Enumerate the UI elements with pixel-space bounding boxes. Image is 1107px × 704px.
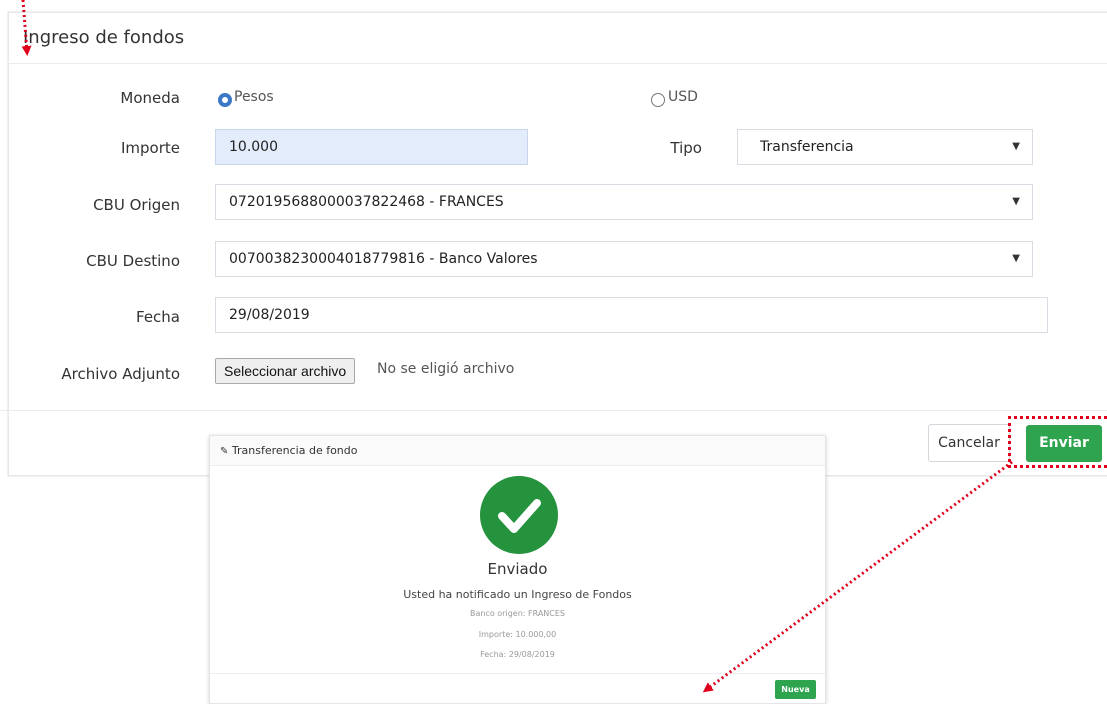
- caret-down-icon: ▼: [1012, 253, 1020, 264]
- detail-importe: Importe: 10.000,00: [478, 630, 557, 639]
- caret-down-icon: ▼: [1012, 141, 1020, 152]
- radio-usd[interactable]: [651, 93, 665, 107]
- fecha-label: Fecha: [136, 308, 180, 326]
- tipo-label: Tipo: [670, 139, 702, 157]
- cbu-origen-select[interactable]: 0720195688000037822468 - FRANCES ▼: [215, 184, 1033, 220]
- fecha-input[interactable]: 29/08/2019: [215, 297, 1048, 333]
- card-header: ✎ Transferencia de fondo: [210, 436, 825, 466]
- moneda-label: Moneda: [120, 89, 180, 107]
- page-title: Ingreso de fondos: [23, 27, 185, 48]
- panel-footer-divider: [0, 410, 1107, 411]
- new-button[interactable]: Nueva: [775, 680, 816, 699]
- caret-down-icon: ▼: [1012, 196, 1020, 207]
- importe-label: Importe: [120, 139, 180, 157]
- archivo-label: Archivo Adjunto: [61, 365, 180, 383]
- tipo-select-value: Transferencia: [760, 139, 854, 155]
- cbu-origen-label: CBU Origen: [93, 196, 180, 214]
- confirmation-message: Usted ha notificado un Ingreso de Fondos: [403, 588, 632, 601]
- cbu-destino-select[interactable]: 0070038230004018779816 - Banco Valores ▼: [215, 241, 1033, 277]
- card-footer-divider: [210, 673, 825, 674]
- detail-banco: Banco origen: FRANCES: [469, 609, 566, 618]
- card-title-text: Transferencia de fondo: [231, 444, 358, 457]
- radio-pesos[interactable]: [218, 93, 232, 107]
- detail-fecha: Fecha: 29/08/2019: [480, 650, 555, 659]
- cbu-origen-value: 0720195688000037822468 - FRANCES: [229, 194, 504, 210]
- check-circle-icon: [480, 476, 558, 554]
- cancel-button[interactable]: Cancelar: [928, 424, 1010, 462]
- cbu-destino-label: CBU Destino: [86, 252, 180, 270]
- annotation-highlight-box: [1008, 416, 1107, 468]
- tipo-select[interactable]: Transferencia ▼: [737, 129, 1033, 165]
- radio-pesos-label: Pesos: [234, 89, 274, 105]
- card-title: ✎ Transferencia de fondo: [220, 444, 358, 457]
- confirmation-card: ✎ Transferencia de fondo Enviado Usted h…: [209, 435, 826, 704]
- pencil-icon: ✎: [220, 446, 229, 457]
- cbu-destino-value: 0070038230004018779816 - Banco Valores: [229, 251, 538, 267]
- select-file-button[interactable]: Seleccionar archivo: [215, 358, 356, 384]
- file-status: No se eligió archivo: [377, 361, 515, 377]
- importe-input[interactable]: 10.000: [215, 129, 528, 165]
- radio-usd-label: USD: [668, 89, 698, 105]
- panel-header: Ingreso de fondos: [9, 13, 1107, 64]
- status-text: Enviado: [487, 560, 548, 578]
